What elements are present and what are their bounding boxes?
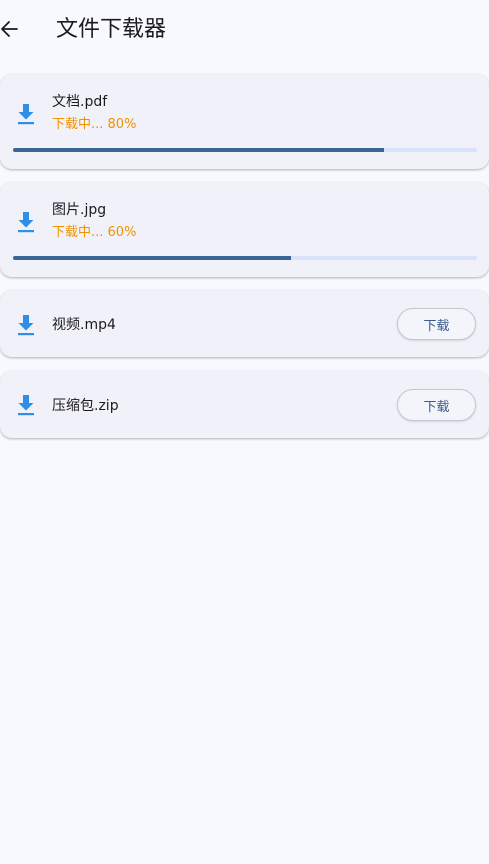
file-card-mp4: 视频.mp4 下载 [0, 290, 489, 357]
file-name: 图片.jpg [52, 202, 107, 218]
download-icon [17, 211, 35, 233]
file-name: 视频.mp4 [52, 317, 116, 333]
download-button[interactable]: 下载 [397, 308, 476, 340]
progress-bar [13, 148, 477, 152]
download-button[interactable]: 下载 [397, 389, 476, 421]
progress-bar [13, 256, 477, 260]
file-name: 文档.pdf [52, 94, 108, 110]
download-icon [17, 103, 35, 125]
download-icon [17, 394, 35, 416]
file-name: 压缩包.zip [52, 398, 119, 414]
download-status: 下载中... 60% [52, 225, 137, 240]
file-card-jpg: 图片.jpg 下载中... 60% [0, 182, 489, 277]
progress-fill [13, 148, 385, 152]
arrow-back-icon [1, 21, 18, 37]
app-bar: 文件下载器 [0, 0, 489, 60]
download-icon [17, 314, 35, 336]
progress-fill [13, 256, 292, 260]
page-title: 文件下载器 [56, 17, 167, 42]
back-button[interactable] [0, 17, 24, 41]
download-status: 下载中... 80% [52, 117, 137, 132]
file-card-pdf: 文档.pdf 下载中... 80% [0, 74, 489, 169]
file-card-zip: 压缩包.zip 下载 [0, 371, 489, 438]
